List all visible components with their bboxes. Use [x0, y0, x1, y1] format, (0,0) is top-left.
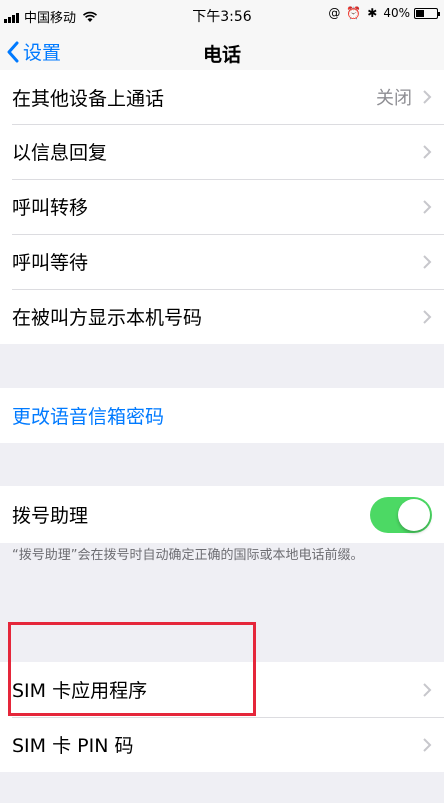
row-reply-with-message[interactable]: 以信息回复	[0, 124, 444, 179]
voicemail-group: 更改语音信箱密码	[0, 388, 444, 443]
dial-assist-toggle[interactable]	[370, 497, 432, 533]
call-settings-group: 在其他设备上通话 关闭 以信息回复 呼叫转移 呼叫等待 在被叫方显示本机号码	[0, 70, 444, 344]
status-right: @ ⏰ ✱ 40%	[322, 6, 440, 20]
row-call-waiting[interactable]: 呼叫等待	[0, 234, 444, 289]
row-dial-assist: 拨号助理	[0, 486, 444, 543]
chevron-right-icon	[423, 90, 432, 104]
bluetooth-icon: ✱	[367, 6, 378, 20]
row-label: 以信息回复	[12, 142, 108, 164]
dial-assist-group: 拨号助理	[0, 486, 444, 543]
chevron-right-icon	[423, 309, 432, 324]
chevron-right-icon	[423, 737, 432, 752]
row-other-devices[interactable]: 在其他设备上通话 关闭	[0, 70, 444, 124]
battery-icon	[414, 7, 440, 19]
row-sim-applications[interactable]: SIM 卡应用程序	[0, 662, 444, 717]
row-label: 呼叫转移	[12, 197, 89, 219]
status-bar: 中国移动 下午3:56 @ ⏰ ✱ 40%	[0, 0, 444, 30]
sim-group: SIM 卡应用程序 SIM 卡 PIN 码	[0, 662, 444, 772]
location-icon: @	[328, 6, 341, 20]
alarm-icon: ⏰	[346, 6, 362, 20]
chevron-right-icon	[423, 682, 432, 697]
row-call-forwarding[interactable]: 呼叫转移	[0, 179, 444, 234]
battery-level	[416, 9, 424, 17]
row-value: 关闭	[376, 88, 412, 109]
row-label: SIM 卡应用程序	[12, 680, 148, 702]
row-label: SIM 卡 PIN 码	[12, 735, 134, 757]
link-label: 更改语音信箱密码	[12, 406, 165, 428]
toggle-knob	[398, 499, 430, 531]
chevron-right-icon	[423, 254, 432, 269]
page-title: 电话	[202, 44, 241, 66]
nav-bar: 设置 电话	[0, 30, 444, 74]
dial-assist-footnote: “拨号助理”会在拨号时自动确定正确的国际或本地电话前缀。	[12, 548, 364, 563]
row-label: 在其他设备上通话	[12, 87, 165, 110]
chevron-right-icon	[423, 144, 432, 159]
row-label: 呼叫等待	[12, 252, 89, 274]
row-label: 在被叫方显示本机号码	[12, 307, 203, 329]
change-voicemail-password-link[interactable]: 更改语音信箱密码	[0, 388, 444, 443]
row-sim-pin[interactable]: SIM 卡 PIN 码	[0, 717, 444, 772]
chevron-right-icon	[423, 199, 432, 214]
row-show-caller-id[interactable]: 在被叫方显示本机号码	[0, 289, 444, 344]
battery-percent: 40%	[383, 6, 410, 20]
